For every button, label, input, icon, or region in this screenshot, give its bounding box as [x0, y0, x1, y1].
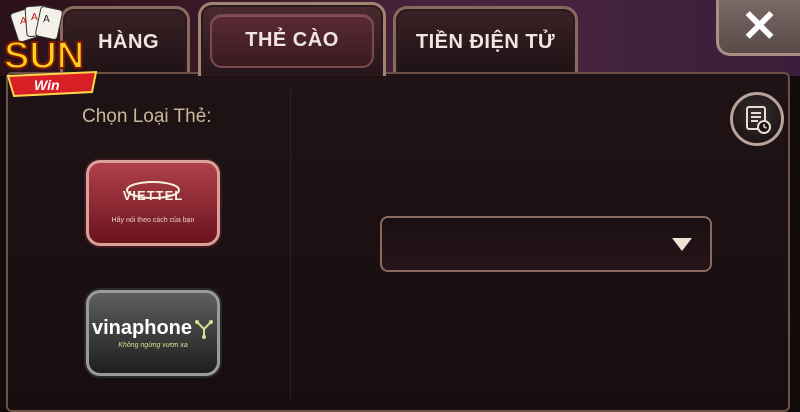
tab-the-cao[interactable]: THẺ CÀO [198, 2, 386, 76]
svg-text:A: A [31, 12, 38, 23]
svg-text:A: A [20, 16, 27, 27]
vinaphone-logo-icon [195, 319, 213, 339]
viettel-card-button[interactable]: VIETTEL Hãy nói theo cách của bạn [86, 160, 220, 246]
viettel-slogan: Hãy nói theo cách của bạn [111, 217, 195, 224]
dropdown-arrow-icon [672, 238, 692, 251]
vinaphone-slogan: Không ngừng vươn xa [118, 342, 188, 349]
viettel-logo-icon [126, 181, 180, 199]
svg-text:A: A [43, 14, 50, 25]
history-button[interactable] [730, 92, 784, 146]
sunwin-logo: A A A SUN Win [3, 4, 98, 98]
tab-the-cao-label: THẺ CÀO [245, 29, 339, 51]
column-divider [290, 88, 291, 400]
tab-tien-dien-tu[interactable]: TIỀN ĐIỆN TỬ [393, 6, 578, 76]
close-button[interactable]: ✕ [716, 0, 800, 56]
tab-tien-dien-tu-label: TIỀN ĐIỆN TỬ [415, 31, 556, 53]
tab-the-cao-inner: THẺ CÀO [210, 13, 374, 68]
logo-subtext: Win [34, 77, 60, 93]
close-icon: ✕ [741, 1, 778, 51]
denomination-select[interactable] [380, 216, 712, 272]
history-icon [746, 106, 771, 134]
vinaphone-brand: vinaphone [92, 317, 214, 340]
logo-text: SUN [4, 35, 84, 77]
vinaphone-card-button[interactable]: vinaphone Không ngừng vươn xa [86, 290, 220, 376]
vinaphone-name: vinaphone [91, 317, 192, 339]
